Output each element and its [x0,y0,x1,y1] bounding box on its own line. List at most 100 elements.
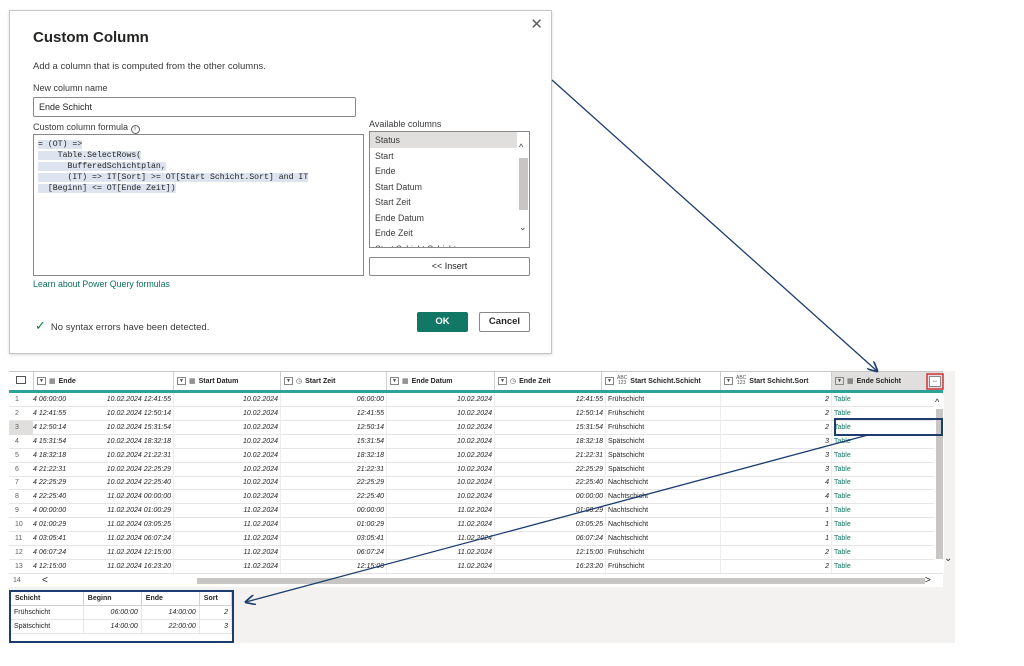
table-link-cell[interactable]: Table [832,532,943,546]
available-column-item[interactable]: Ende [370,163,529,179]
chevron-down-icon[interactable]: ⌄ [519,222,527,233]
filter-dropdown-icon[interactable]: ▼ [724,377,733,386]
column-header[interactable]: ▼ ▦ Start Datum [174,372,281,391]
column-header[interactable]: ▼ ◷ Start Zeit [281,372,387,391]
table-link-cell[interactable]: Table [832,448,943,463]
table-cell: 10.02.2024 [174,490,281,505]
available-column-item[interactable]: Ende Zeit [370,225,529,241]
column-header[interactable]: ▼ ABC 123 Start Schicht.Sort [721,372,832,391]
table-link-cell[interactable]: Table [832,406,943,421]
table-cell: 10.02.2024 [387,434,495,449]
table-link-cell[interactable]: Table [832,476,943,491]
column-header[interactable]: ▼ ▦ Ende Datum [387,372,495,391]
info-icon[interactable]: i [130,125,140,134]
vertical-scrollbar[interactable]: ^ [934,395,944,575]
table-cell: Frühschicht [606,559,721,574]
formula-editor[interactable]: = (OT) => Table.SelectRows( BufferedSchi… [33,134,386,276]
close-icon[interactable]: ✕ [530,15,543,33]
chevron-down-icon[interactable]: ⌄ [944,553,952,564]
learn-formulas-link[interactable]: Learn about Power Query formulas [33,279,170,289]
filter-dropdown-icon[interactable]: ▼ [498,377,507,386]
filter-dropdown-icon[interactable]: ▼ [177,377,186,386]
row-number[interactable]: 6 [9,463,33,477]
row-number[interactable]: 7 [9,476,33,490]
chevron-right-icon[interactable]: > [925,574,931,588]
available-column-item[interactable]: Start Zeit [370,194,529,210]
table-row[interactable]: 44 15:31:54 10.02.2024 18:32:18 10.02.2024… [9,434,943,449]
table-link-cell[interactable]: Table [832,559,943,574]
table-row[interactable]: 64 21:22:31 10.02.2024 22:25:29 10.02.2024… [9,462,943,477]
table-row[interactable]: 24 12:41:55 10.02.2024 12:50:14 10.02.2024… [9,406,943,421]
table-row[interactable]: 12 4 06:07:24 11.02.2024 12:15:00 11.02.202… [9,545,943,560]
column-header[interactable]: ▼ ▦ Ende Schicht [832,372,943,391]
table-cell: 1 [721,518,832,533]
table-row[interactable]: 94 00:00:00 11.02.2024 01:00:29 11.02.2024… [9,504,943,519]
table-link-cell[interactable]: Table [832,490,943,505]
row-number[interactable]: 9 [9,504,33,518]
available-column-item[interactable]: Ende Datum [370,210,529,226]
table-row[interactable]: 34 12:50:14 10.02.2024 15:31:54 10.02.2024… [9,420,943,435]
column-header-label: Start Schicht.Sort [749,378,809,385]
clock-icon: ◷ [296,378,303,385]
column-header-label: Ende [58,378,76,385]
available-column-item[interactable]: Start Schicht.Schicht [370,241,529,248]
scrollbar-thumb[interactable] [519,158,528,210]
filter-dropdown-icon[interactable]: ▼ [390,377,399,386]
checkmark-icon: ✓ [35,318,46,333]
filter-dropdown-icon[interactable]: ▼ [835,377,844,386]
filter-dropdown-icon[interactable]: ▼ [605,377,614,386]
available-scrollbar[interactable]: ^ ⌄ [517,132,529,247]
table-cell: 4 06:07:24 [33,548,67,556]
table-row[interactable]: 11 4 03:05:41 11.02.2024 06:07:24 11.02.202… [9,532,943,546]
table-menu-icon[interactable] [9,372,34,391]
row-number[interactable]: 1 [9,393,33,407]
table-row[interactable]: 10 4 01:00:29 11.02.2024 03:05:25 11.02.202… [9,518,943,533]
column-header-label: Start Datum [198,378,239,385]
row-number[interactable]: 4 [9,435,33,449]
filter-dropdown-icon[interactable]: ▼ [37,377,46,386]
row-number[interactable]: 3 [9,420,33,435]
horizontal-scrollbar-thumb[interactable] [197,578,925,584]
table-link-cell[interactable]: Table [832,393,943,407]
table-link-cell[interactable]: Table [832,462,943,477]
available-column-item[interactable]: Start Datum [370,179,529,195]
filter-dropdown-icon[interactable]: ▼ [284,377,293,386]
syntax-status: ✓ No syntax errors have been detected. [35,318,210,333]
table-row[interactable]: 54 18:32:18 10.02.2024 21:22:31 10.02.2024… [9,448,943,463]
table-link-cell[interactable]: Table [832,420,943,435]
table-cell: 4 18:32:18 [33,451,67,459]
insert-button[interactable]: << Insert [369,257,530,276]
row-number[interactable]: 13 [9,560,33,574]
expand-column-icon[interactable]: ↔ [929,376,941,387]
available-columns-list[interactable]: Status Start Ende Start Datum Start Zeit Ende… [369,131,530,248]
chevron-up-icon[interactable]: ^ [519,142,523,152]
ok-button[interactable]: OK [417,312,468,332]
scrollbar-thumb[interactable] [936,409,943,559]
row-number[interactable]: 10 [9,518,33,532]
table-link-cell[interactable]: Table [832,434,943,449]
chevron-left-icon[interactable]: < [42,574,48,588]
table-row[interactable]: 84 22:25:40 11.02.2024 00:00:00 10.02.2024… [9,490,943,505]
row-number[interactable]: 5 [9,449,33,463]
table-row[interactable]: 74 22:25:29 10.02.2024 22:25:40 10.02.2024… [9,476,943,491]
available-column-item[interactable]: Status [370,132,529,148]
table-link-cell[interactable]: Table [832,545,943,560]
row-number[interactable]: 12 [9,546,33,560]
column-header[interactable]: ▼ ◷ Ende Zeit [495,372,602,391]
table-link-cell[interactable]: Table [832,518,943,533]
table-cell: Frühschicht [606,406,721,421]
new-column-name-input[interactable]: Ende Schicht [33,97,356,117]
table-link-cell[interactable]: Table [832,504,943,519]
row-number[interactable]: 2 [9,407,33,421]
table-row[interactable]: 13 4 12:15:00 11.02.2024 16:23:20 11.02.202… [9,559,943,574]
row-number[interactable]: 11 [9,532,33,546]
column-header[interactable]: ▼ ABC 123 Start Schicht.Schicht [602,372,721,391]
preview-row: Spätschicht 14:00:00 22:00:00 3 [11,619,233,634]
row-number[interactable]: 8 [9,490,33,504]
cancel-button[interactable]: Cancel [479,312,530,332]
table-cell: 10.02.2024 15:31:54 [81,420,174,435]
chevron-up-icon[interactable]: ^ [935,397,939,407]
table-row[interactable]: 14 06:00:00 10.02.2024 12:41:55 10.02.2024… [9,393,943,407]
column-header[interactable]: ▼ ▦ Ende [34,372,174,391]
available-column-item[interactable]: Start [370,148,529,164]
